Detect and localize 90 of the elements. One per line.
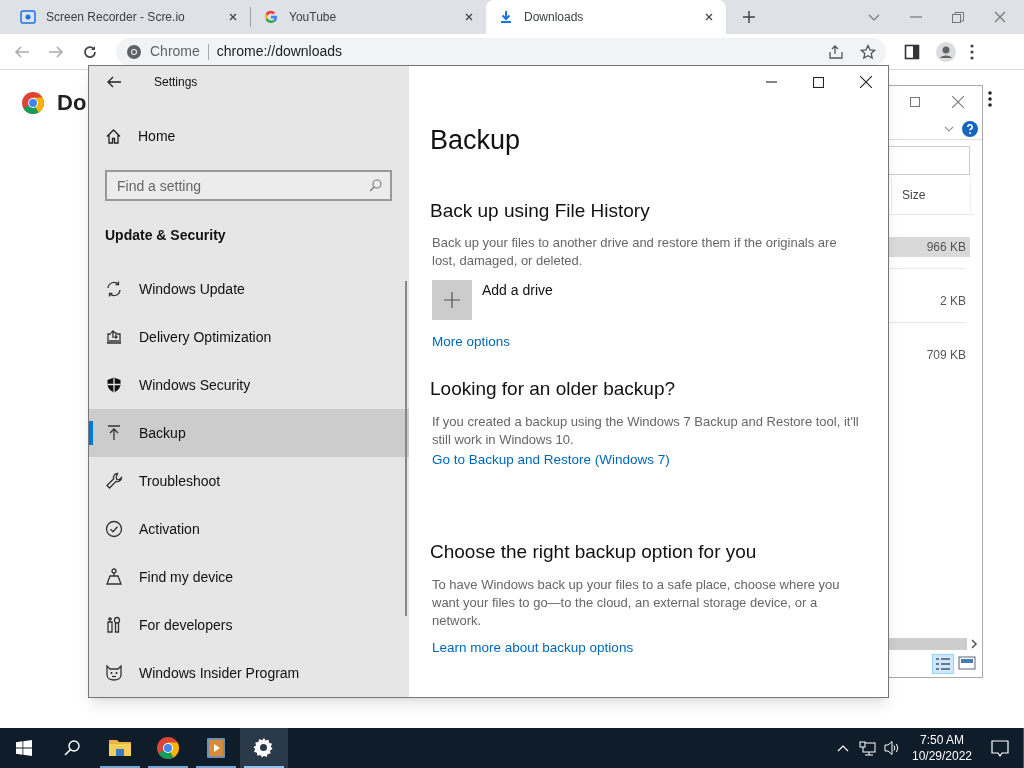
column-header[interactable]: Size	[891, 177, 971, 212]
home-nav-item[interactable]: Home	[89, 113, 409, 160]
link[interactable]: Learn more about backup options	[432, 637, 634, 658]
scrollbar-thumb[interactable]	[405, 281, 407, 616]
share-icon[interactable]	[828, 43, 844, 60]
back-arrow-icon[interactable]	[107, 74, 122, 89]
tab-title: YouTube	[289, 9, 338, 26]
cat-face-icon	[105, 664, 123, 682]
details-view-icon[interactable]	[932, 654, 954, 674]
page-heading: Do	[57, 89, 87, 117]
delivery-icon	[105, 328, 123, 346]
nav-item[interactable]: Windows Security	[89, 361, 409, 409]
nav-item[interactable]: Windows Insider Program	[89, 649, 409, 697]
maximize-icon[interactable]	[813, 76, 824, 88]
network-icon[interactable]	[859, 740, 876, 756]
browser-tab[interactable]: YouTube	[251, 0, 486, 34]
link[interactable]: Go to Backup and Restore (Windows 7)	[432, 449, 670, 470]
help-icon[interactable]	[962, 120, 978, 137]
time-text: 7:50 AM	[920, 732, 964, 748]
chrome-logo	[21, 90, 45, 115]
sync-icon	[105, 280, 123, 298]
close-icon[interactable]	[228, 12, 238, 22]
address-bar[interactable]: Chrome chrome://downloads	[116, 37, 886, 66]
section-heading: Looking for an older backup?	[430, 377, 677, 402]
tools-icon	[105, 616, 123, 634]
tab-title: Downloads	[524, 9, 585, 26]
volume-icon[interactable]	[884, 740, 899, 756]
upload-arrow-icon	[105, 424, 123, 442]
nav-item[interactable]: For developers	[89, 601, 409, 649]
restore-icon[interactable]	[952, 11, 964, 23]
browser-tab[interactable]: Screen Recorder - Scre.io	[8, 0, 250, 34]
url-text: chrome://downloads	[216, 42, 343, 61]
nav-item[interactable]: Delivery Optimization	[89, 313, 409, 361]
search-icon[interactable]	[64, 740, 80, 756]
person-icon	[105, 568, 123, 586]
chevron-up-icon[interactable]	[837, 744, 849, 752]
shield-icon	[105, 376, 123, 394]
chrome-icon	[126, 43, 142, 60]
check-circle-icon	[105, 520, 123, 538]
file-size-cell[interactable]: 2 KB	[889, 291, 970, 311]
close-icon[interactable]	[464, 12, 474, 22]
home-icon	[105, 128, 122, 146]
close-icon[interactable]	[704, 12, 714, 22]
plus-icon	[432, 280, 472, 320]
search-field[interactable]: Find a setting	[105, 170, 392, 201]
thumbnail-view-icon[interactable]	[958, 654, 976, 672]
new-tab-icon[interactable]	[742, 10, 756, 24]
wrench-icon	[105, 472, 123, 490]
search-icon	[369, 179, 382, 192]
chevron-down-icon[interactable]	[944, 125, 954, 132]
link[interactable]: More options	[432, 332, 511, 353]
profile-avatar-icon[interactable]	[936, 41, 956, 62]
taskbar-app[interactable]	[240, 728, 288, 768]
section-heading: Choose the right backup option for you	[430, 540, 758, 564]
section-heading: Back up using File History	[430, 198, 651, 223]
browser-tab[interactable]: Downloads	[486, 0, 726, 34]
recorder-icon	[20, 9, 36, 25]
description-text: To have Windows back up your files to a safe place, choose where you want your files to go—to the cloud, an external storage device, or a network.	[432, 575, 841, 630]
close-icon[interactable]	[860, 76, 872, 88]
window-title: Settings	[154, 73, 198, 91]
menu-icon[interactable]	[970, 43, 974, 60]
nav-item[interactable]: Windows Update	[89, 265, 409, 313]
reload-icon[interactable]	[82, 43, 98, 60]
site-label: Chrome	[150, 42, 200, 61]
start-icon[interactable]	[16, 740, 32, 756]
notification-icon[interactable]	[991, 739, 1009, 757]
description-text: If you created a backup using the Windows 7 Backup and Restore tool, it'll still work in Windows 10.	[432, 412, 860, 449]
clock[interactable]: 7:50 AM 10/29/2022	[907, 732, 977, 764]
video-player-icon	[204, 736, 228, 760]
description-text: Back up your files to another drive and restore them if the originals are lost, damaged, or deleted.	[432, 234, 838, 270]
tab-title: Screen Recorder - Scre.io	[46, 9, 186, 26]
file-size-cell[interactable]: 709 KB	[889, 345, 970, 365]
scrollbar-thumb[interactable]	[889, 638, 967, 650]
nav-item[interactable]: Troubleshoot	[89, 457, 409, 505]
side-panel-icon[interactable]	[904, 43, 920, 60]
date-text: 10/29/2022	[911, 748, 973, 764]
chrome-icon	[156, 736, 180, 760]
add-drive-button[interactable]: Add a drive	[432, 280, 868, 320]
chevron-down-icon[interactable]	[868, 13, 880, 21]
download-icon	[498, 9, 514, 25]
file-size-cell[interactable]: 966 KB	[889, 237, 970, 257]
page-title: Backup	[430, 124, 522, 157]
section-label: Update & Security	[105, 226, 227, 245]
scroll-right-icon[interactable]	[971, 639, 978, 649]
nav-item[interactable]: Find my device	[89, 553, 409, 601]
more-icon[interactable]	[988, 91, 992, 107]
google-icon	[263, 9, 279, 25]
nav-item[interactable]: Backup	[89, 409, 409, 457]
star-icon[interactable]	[860, 43, 876, 60]
nav-item[interactable]: Activation	[89, 505, 409, 553]
